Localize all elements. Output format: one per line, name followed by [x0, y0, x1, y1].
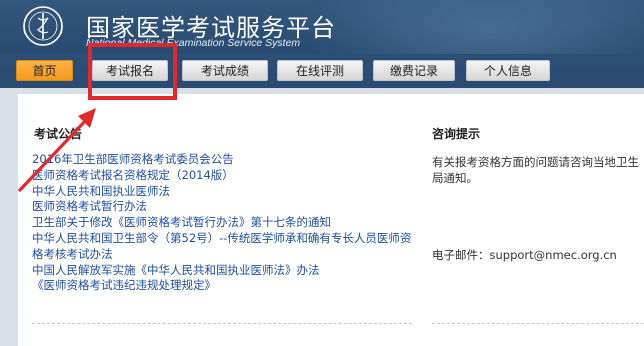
nav-payment-records[interactable]: 缴费记录 [373, 60, 455, 81]
consult-text: 有关报考资格方面的问题请咨询当地卫生局通知。 [432, 155, 639, 185]
notice-link[interactable]: 医师资格考试报名资格规定（2014版） [32, 168, 412, 184]
notice-link[interactable]: 中华人民共和国卫生部令（第52号）--传统医学师承和确有专长人员医师资格考核考试… [32, 231, 412, 263]
email-row: 电子邮件：support@nmec.org.cn [432, 247, 617, 263]
header-glow [300, 0, 644, 62]
notice-link[interactable]: 《医师资格考试违纪违规处理规定》 [32, 278, 412, 294]
nav-personal-info[interactable]: 个人信息 [466, 60, 550, 81]
email-label: 电子邮件： [432, 248, 490, 262]
notices-divider [32, 323, 412, 324]
emblem-logo-icon [23, 6, 63, 46]
notice-link[interactable]: 2016年卫生部医师资格考试委员会公告 [32, 152, 412, 168]
annotation-highlight-box [88, 43, 177, 100]
nav-online-assessment[interactable]: 在线评测 [277, 60, 363, 81]
notice-link[interactable]: 中国人民解放军实施《中华人民共和国执业医师法》办法 [32, 263, 412, 279]
email-link[interactable]: support@nmec.org.cn [490, 248, 617, 262]
consult-heading: 咨询提示 [432, 127, 481, 141]
consult-divider [432, 323, 644, 324]
nav-exam-scores[interactable]: 考试成绩 [182, 60, 268, 81]
notice-link[interactable]: 卫生部关于修改《医师资格考试暂行办法》第十七条的通知 [32, 215, 412, 231]
nav-home[interactable]: 首页 [16, 60, 73, 81]
notice-link[interactable]: 医师资格考试暂行办法 [32, 199, 412, 215]
notices-heading: 考试公告 [34, 127, 83, 141]
notice-list: 2016年卫生部医师资格考试委员会公告 医师资格考试报名资格规定（2014版） … [32, 152, 412, 294]
content-panel: 考试公告 2016年卫生部医师资格考试委员会公告 医师资格考试报名资格规定（20… [18, 94, 644, 346]
notice-link[interactable]: 中华人民共和国执业医师法 [32, 184, 412, 200]
